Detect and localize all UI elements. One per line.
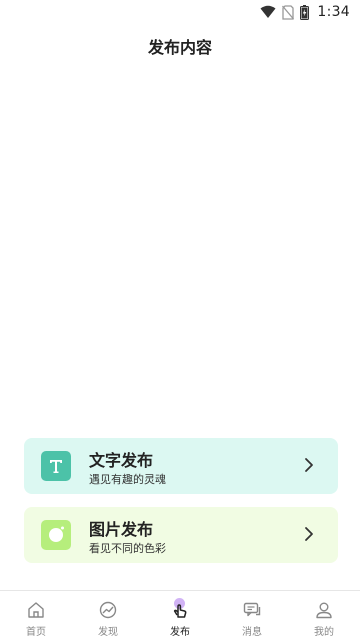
chevron-right-icon [305,458,313,472]
status-bar: 1:34 [0,0,360,24]
tap-hand-icon [173,604,187,618]
tab-label: 发现 [98,627,118,638]
chevron-right-icon [305,527,313,541]
tab-publish[interactable]: 发布 [144,591,216,640]
message-icon [243,602,261,617]
wifi-icon [260,5,276,18]
tab-label: 消息 [242,627,262,638]
tab-label: 我的 [314,627,334,638]
bottom-tab-bar: 首页 发现 发布 消息 我的 [0,590,360,640]
status-time: 1:34 [317,4,350,20]
page-title: 发布内容 [147,38,212,57]
tab-discover[interactable]: 发现 [72,591,144,640]
card-subtitle: 遇见有趣的灵魂 [89,473,166,486]
tab-home[interactable]: 首页 [0,591,72,640]
card-subtitle: 看见不同的色彩 [89,542,166,555]
tab-label: 发布 [170,627,190,638]
home-icon [28,602,44,618]
text-t-icon [41,451,71,481]
battery-charging-icon [300,4,310,20]
image-publish-card[interactable]: 图片发布 看见不同的色彩 [24,507,338,563]
text-publish-card[interactable]: 文字发布 遇见有趣的灵魂 [24,438,338,494]
no-sim-icon [282,4,295,20]
discover-icon [99,601,117,619]
camera-lens-icon [41,520,71,550]
card-title: 文字发布 [89,451,154,470]
tab-label: 首页 [26,627,46,638]
profile-icon [316,602,332,619]
tab-messages[interactable]: 消息 [216,591,288,640]
card-title: 图片发布 [89,520,154,539]
tab-profile[interactable]: 我的 [288,591,360,640]
